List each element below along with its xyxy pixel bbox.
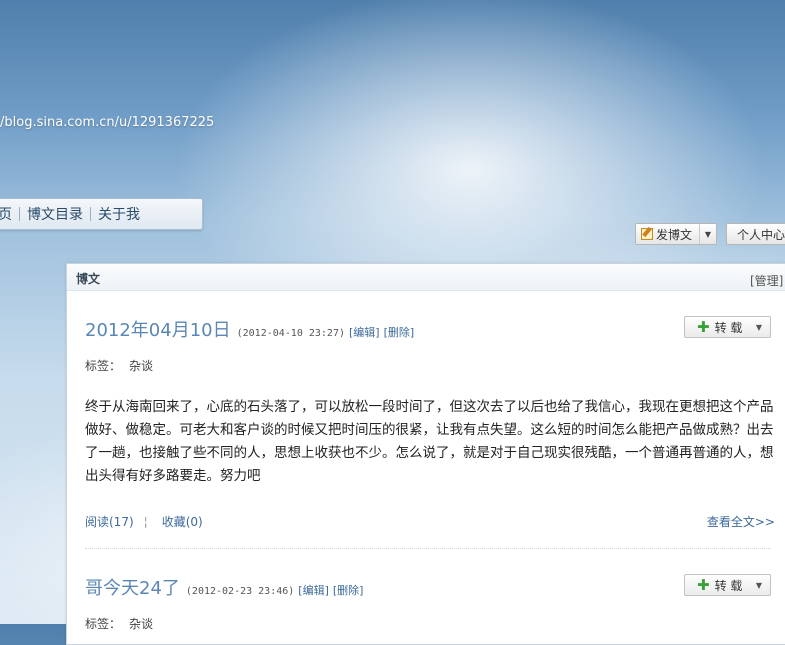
- profile-center-button[interactable]: 个人中心: [726, 223, 785, 245]
- delete-link[interactable]: [删除]: [384, 324, 415, 340]
- pencil-icon: [641, 228, 653, 240]
- tag-link[interactable]: 杂谈: [129, 617, 153, 631]
- article-title[interactable]: 哥今天24了: [85, 574, 180, 600]
- footer-separator: ¦: [143, 515, 148, 529]
- blog-nav-bar: 页 博文目录 关于我: [0, 198, 203, 230]
- repost-label: 转 载: [714, 578, 743, 593]
- favorite-link[interactable]: 收藏(0): [162, 515, 203, 529]
- manage-link[interactable]: [管理]: [750, 272, 783, 289]
- plus-icon: ✚: [697, 317, 710, 336]
- tag-label: 标签：: [85, 359, 122, 373]
- article-tags: 标签： 杂谈: [85, 357, 771, 374]
- plus-icon: ✚: [697, 575, 710, 594]
- chevron-down-icon: ▼: [755, 322, 762, 332]
- read-count-link[interactable]: 阅读(17): [85, 515, 134, 529]
- new-post-label: 发博文: [656, 227, 693, 242]
- chevron-down-icon: ▼: [755, 580, 762, 590]
- panel-title: 博文: [76, 272, 101, 286]
- article-timestamp: (2012-02-23 23:46): [185, 586, 295, 597]
- panel-header: 博文 [管理]: [67, 264, 785, 291]
- read-more-link[interactable]: 查看全文>>: [707, 513, 775, 530]
- article-timestamp: (2012-04-10 23:27): [236, 328, 345, 339]
- article-item: 哥今天24了 (2012-02-23 23:46) [编辑] [删除] ✚ 转 …: [85, 574, 771, 632]
- profile-center-label: 个人中心: [737, 227, 785, 242]
- edit-link[interactable]: [编辑]: [349, 324, 380, 340]
- nav-item-home[interactable]: 页: [0, 204, 19, 224]
- edit-link[interactable]: [编辑]: [298, 582, 329, 598]
- articles-panel: 博文 [管理] 2012年04月10日 (2012-04-10 23:27) […: [66, 263, 785, 645]
- article-footer: 阅读(17) ¦ 收藏(0) 查看全文>>: [85, 513, 775, 530]
- delete-link[interactable]: [删除]: [333, 582, 364, 598]
- article-item: 2012年04月10日 (2012-04-10 23:27) [编辑] [删除]…: [85, 316, 775, 529]
- article-divider: [85, 548, 771, 549]
- nav-item-article-list[interactable]: 博文目录: [20, 204, 90, 224]
- tag-link[interactable]: 杂谈: [129, 359, 153, 373]
- chevron-down-icon[interactable]: ▼: [699, 224, 716, 244]
- nav-item-about[interactable]: 关于我: [91, 204, 147, 224]
- article-summary: 终于从海南回来了，心底的石头落了，可以放松一段时间了，但这次去了以后也给了我信心…: [85, 399, 774, 484]
- tag-label: 标签：: [85, 617, 122, 631]
- repost-button[interactable]: ✚ 转 载 ▼: [684, 316, 771, 338]
- new-post-button[interactable]: 发博文 ▼: [635, 223, 717, 245]
- repost-button[interactable]: ✚ 转 载 ▼: [684, 574, 771, 596]
- article-title[interactable]: 2012年04月10日: [85, 316, 231, 342]
- repost-label: 转 载: [714, 320, 743, 335]
- blog-url[interactable]: /blog.sina.com.cn/u/1291367225: [0, 115, 214, 130]
